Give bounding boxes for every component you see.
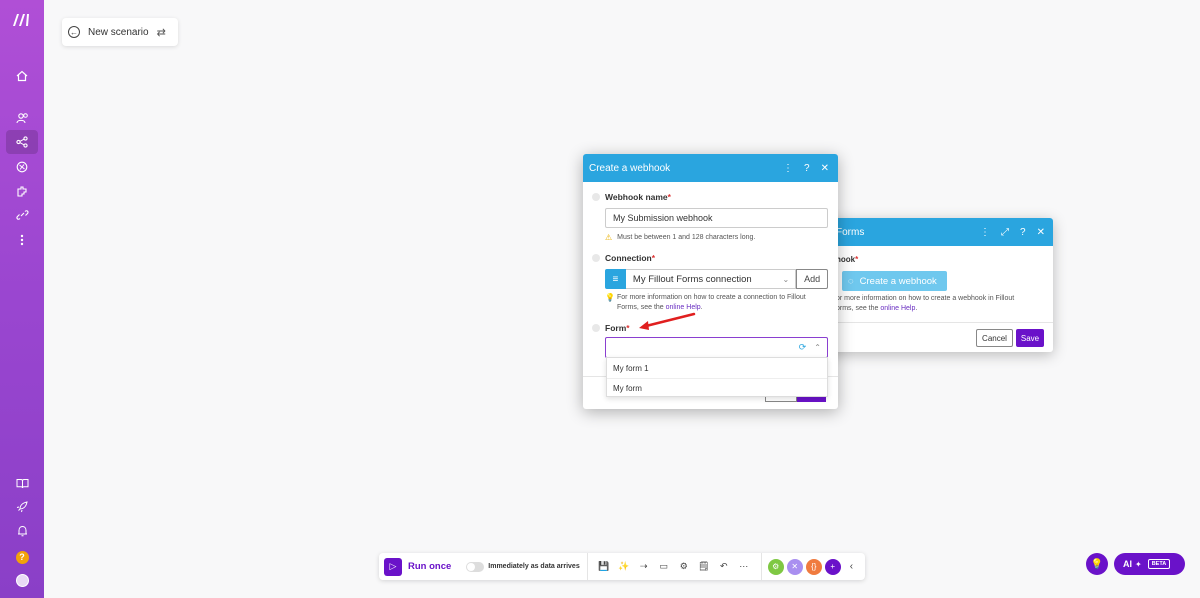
add-connection-button[interactable]: Add: [796, 269, 828, 289]
make-logo[interactable]: [11, 12, 33, 28]
field-toggle-icon[interactable]: [592, 254, 600, 262]
field-toggle-icon[interactable]: [592, 324, 600, 332]
chevron-down-icon: ⌄: [782, 274, 790, 284]
fillout-app-icon: ≡: [605, 269, 626, 289]
annotation-arrow-icon: [639, 312, 696, 330]
lightbulb-icon: 💡: [605, 293, 615, 302]
expand-icon[interactable]: ⤢: [1001, 227, 1009, 238]
explain-flow-icon[interactable]: ▭: [654, 561, 674, 572]
scenario-toolbar: ▷ Run once Immediately as data arrives 💾…: [379, 553, 865, 580]
scenario-title[interactable]: New scenario: [88, 27, 149, 38]
connection-label: Connection*: [605, 253, 656, 263]
webhook-field-label: hook*: [836, 255, 859, 264]
save-icon[interactable]: 💾: [594, 561, 614, 572]
swap-icon[interactable]: ⇄: [157, 26, 166, 39]
menu-icon[interactable]: ⋮: [783, 163, 793, 174]
settings-icon[interactable]: ⚙: [674, 561, 694, 572]
sparkle-icon: ✦: [1135, 559, 1142, 569]
auto-align-icon[interactable]: ✨: [614, 561, 634, 572]
warning-icon: ⚠: [605, 233, 613, 242]
form-dropdown-list: My form 1 My form: [606, 357, 828, 397]
connections-icon[interactable]: [0, 203, 44, 227]
home-icon[interactable]: [0, 64, 44, 88]
cancel-button[interactable]: Cancel: [976, 329, 1013, 347]
beta-badge: BETA: [1147, 559, 1171, 569]
save-button[interactable]: Save: [1016, 329, 1044, 347]
form-option[interactable]: My form 1: [607, 358, 827, 378]
help-icon[interactable]: ?: [1020, 227, 1026, 238]
scenario-title-bar: ← New scenario ⇄: [62, 18, 178, 46]
webhook-name-label: Webhook name*: [605, 192, 671, 202]
create-webhook-dialog: Create a webhook ⋮ ? ✕ Webhook name* My …: [583, 154, 838, 409]
menu-icon[interactable]: ⋮: [980, 227, 990, 238]
play-icon[interactable]: ▷: [384, 557, 402, 576]
webhook-name-warning: ⚠ Must be between 1 and 128 characters l…: [605, 233, 756, 242]
sidebar: ?: [0, 0, 44, 598]
schedule-toggle[interactable]: [466, 561, 485, 572]
undo-icon[interactable]: ↶: [714, 561, 734, 572]
more-icon[interactable]: ⋯: [734, 561, 754, 572]
bell-icon[interactable]: [0, 519, 44, 543]
dialog-header: Create a webhook ⋮ ? ✕: [583, 154, 838, 182]
back-icon[interactable]: ←: [68, 26, 80, 38]
docs-icon[interactable]: [0, 471, 44, 495]
field-toggle-icon[interactable]: [592, 193, 600, 201]
ai-assistant-button[interactable]: AI ✦ BETA: [1114, 553, 1185, 575]
apps-icon[interactable]: [0, 179, 44, 203]
refresh-icon[interactable]: ⟳: [799, 342, 807, 353]
rocket-icon[interactable]: [0, 495, 44, 519]
close-icon[interactable]: ✕: [821, 163, 829, 174]
avatar[interactable]: [0, 568, 44, 592]
help-icon[interactable]: ?: [804, 163, 810, 174]
help-icon[interactable]: ?: [0, 545, 44, 569]
scenarios-icon[interactable]: [6, 130, 38, 154]
text-parser-icon[interactable]: {}: [805, 558, 822, 575]
notes-icon[interactable]: 🗒: [694, 561, 714, 572]
flow-control-icon[interactable]: ⇢: [634, 561, 654, 572]
spinner-icon: ◌: [848, 275, 854, 287]
run-once-button[interactable]: Run once: [408, 561, 451, 572]
connection-select-group: ≡ My Fillout Forms connection ⌄ Add: [605, 269, 828, 289]
add-module-icon[interactable]: +: [824, 558, 841, 575]
online-help-link[interactable]: online Help: [880, 305, 915, 312]
webhook-name-input[interactable]: My Submission webhook: [605, 208, 828, 228]
flow-icon[interactable]: ✕: [786, 558, 803, 575]
webhook-help-text: or more information on how to create a w…: [836, 295, 1015, 312]
form-select[interactable]: ⟳ ⌃: [605, 337, 828, 358]
more-icon[interactable]: [0, 228, 44, 252]
templates-icon[interactable]: [0, 155, 44, 179]
chevron-up-icon[interactable]: ⌃: [814, 343, 821, 352]
chevron-left-icon[interactable]: ‹: [850, 561, 853, 572]
form-option[interactable]: My form: [607, 378, 827, 398]
close-icon[interactable]: ✕: [1037, 227, 1045, 238]
team-icon[interactable]: [0, 106, 44, 130]
fillout-forms-module-panel: Forms ⋮ ⤢ ? ✕ hook* ◌ Create a webhook o…: [820, 218, 1053, 352]
panel-header: Forms ⋮ ⤢ ? ✕: [820, 218, 1053, 246]
connection-select[interactable]: My Fillout Forms connection ⌄: [625, 269, 797, 289]
form-label: Form*: [605, 323, 630, 333]
dialog-title: Create a webhook: [589, 162, 671, 174]
schedule-label: Immediately as data arrives: [488, 563, 580, 570]
tools-icon[interactable]: ⚙: [767, 558, 784, 575]
hints-button[interactable]: 💡: [1086, 553, 1108, 575]
panel-title: Forms: [836, 226, 865, 238]
create-webhook-button[interactable]: ◌ Create a webhook: [842, 271, 947, 291]
